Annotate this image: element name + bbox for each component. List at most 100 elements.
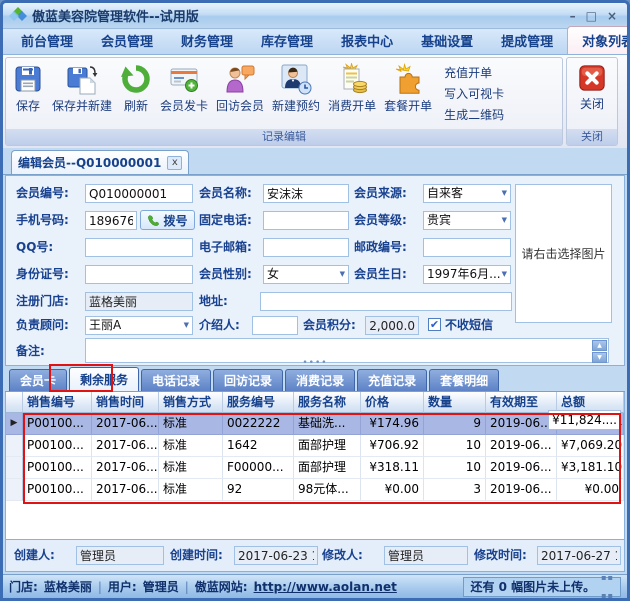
fixed-phone-field[interactable] xyxy=(263,211,349,230)
table-cell: 标准 xyxy=(159,435,223,457)
minimize-button[interactable]: – xyxy=(570,8,576,24)
window-title: 傲蓝美容院管理软件--试用版 xyxy=(32,6,570,25)
menu-item-4[interactable]: 库存管理 xyxy=(247,27,327,54)
table-cell: P00100... xyxy=(23,413,92,435)
email-field[interactable] xyxy=(263,238,349,257)
person-chat-button[interactable]: 回访会员 xyxy=(212,60,268,114)
record-tab-3[interactable]: 电话记录 xyxy=(141,369,211,391)
qq-field[interactable] xyxy=(85,238,193,257)
menu-item-1[interactable]: 前台管理 xyxy=(7,27,87,54)
member-no-field[interactable] xyxy=(85,184,193,203)
record-tab-6[interactable]: 充值记录 xyxy=(357,369,427,391)
appointment-icon xyxy=(280,63,312,95)
close-tab-button[interactable]: 关闭 xyxy=(573,60,611,112)
column-header-1[interactable]: 销售编号 xyxy=(23,392,92,413)
menu-item-2[interactable]: 会员管理 xyxy=(87,27,167,54)
resize-grip-icon[interactable]: ▪▪▪▪ xyxy=(601,569,614,601)
record-tab-strip: 会员卡剩余服务电话记录回访记录消费记录充值记录套餐明细 xyxy=(5,367,625,392)
member-name-field[interactable] xyxy=(263,184,349,203)
record-tab-4[interactable]: 回访记录 xyxy=(213,369,283,391)
member-photo-placeholder[interactable]: 请右击选择图片 xyxy=(515,184,612,323)
upload-status-badge: 还有 0 幅图片未上传。 ▪▪▪▪ xyxy=(463,577,621,597)
table-cell: 0022222 xyxy=(223,413,294,435)
column-header-5[interactable]: 服务名称 xyxy=(294,392,361,413)
table-cell: 98元体... xyxy=(294,479,361,501)
member-level-select[interactable]: 贵宾 ▼ xyxy=(423,211,511,230)
ribbon-small-button-2[interactable]: 写入可视卡 xyxy=(442,83,506,104)
row-indicator-icon xyxy=(6,435,23,457)
document-tab-close-icon[interactable]: x xyxy=(167,156,182,170)
qq-label: QQ号: xyxy=(16,238,53,257)
reg-store-label: 注册门店: xyxy=(16,292,69,311)
column-header-7[interactable]: 数量 xyxy=(424,392,486,413)
column-header-2[interactable]: 销售时间 xyxy=(92,392,159,413)
consultant-select[interactable]: 王丽A ▼ xyxy=(85,316,193,335)
menu-item-7[interactable]: 提成管理 xyxy=(487,27,567,54)
puzzle-button[interactable]: 套餐开单 xyxy=(380,60,436,114)
record-tab-2[interactable]: 剩余服务 xyxy=(69,367,139,391)
status-store-label: 门店: xyxy=(9,578,38,595)
app-logo-icon xyxy=(9,7,27,25)
column-header-8[interactable]: 有效期至 xyxy=(486,392,557,413)
appointment-button[interactable]: 新建预约 xyxy=(268,60,324,114)
table-cell: P00100... xyxy=(23,457,92,479)
points-label: 会员积分: xyxy=(303,316,356,335)
table-cell: 面部护理 xyxy=(294,435,361,457)
document-tab-edit-member[interactable]: 编辑会员--Q010000001 x xyxy=(11,150,189,174)
chevron-down-icon: ▼ xyxy=(340,266,345,283)
ribbon-small-button-1[interactable]: 充值开单 xyxy=(442,62,506,83)
ribbon-button-label: 会员发卡 xyxy=(160,97,208,114)
menu-item-3[interactable]: 财务管理 xyxy=(167,27,247,54)
member-card-icon xyxy=(168,63,200,95)
column-header-4[interactable]: 服务编号 xyxy=(223,392,294,413)
table-cell: 9 xyxy=(424,413,486,435)
chevron-down-icon: ▼ xyxy=(502,212,507,229)
table-cell: 2019-06... xyxy=(486,457,557,479)
no-sms-checkbox[interactable]: ✔ xyxy=(428,318,441,331)
column-header-6[interactable]: 价格 xyxy=(361,392,424,413)
table-row[interactable]: ▶P00100...2017-06...标准0022222基础洗...¥174.… xyxy=(6,413,624,435)
member-form: 会员编号: 会员名称: 会员来源: 自来客 ▼ 手机号码: 拨号 固定电话: 会… xyxy=(5,175,625,366)
gender-select[interactable]: 女 ▼ xyxy=(263,265,349,284)
save-new-button[interactable]: 保存并新建 xyxy=(48,60,116,114)
address-field[interactable] xyxy=(260,292,512,311)
close-window-button[interactable]: × xyxy=(607,8,617,24)
record-tab-5[interactable]: 消费记录 xyxy=(285,369,355,391)
menu-item-6[interactable]: 基础设置 xyxy=(407,27,487,54)
birthday-select[interactable]: 1997年6月... ▼ xyxy=(423,265,511,284)
chevron-down-icon: ▼ xyxy=(502,185,507,202)
row-indicator-icon: ▶ xyxy=(6,413,23,435)
introducer-field[interactable] xyxy=(252,316,298,335)
record-tab-1[interactable]: 会员卡 xyxy=(9,369,67,391)
member-card-button[interactable]: 会员发卡 xyxy=(156,60,212,114)
member-source-select[interactable]: 自来客 ▼ xyxy=(423,184,511,203)
column-header-3[interactable]: 销售方式 xyxy=(159,392,223,413)
table-row[interactable]: P00100...2017-06...标准F00000...面部护理¥318.1… xyxy=(6,457,624,479)
ribbon-small-button-3[interactable]: 生成二维码 xyxy=(442,104,506,125)
menu-item-8[interactable]: 对象列表管理 xyxy=(567,26,630,54)
ribbon-group-record-edit: 保存保存并新建刷新会员发卡回访会员新建预约消费开单套餐开单充值开单写入可视卡生成… xyxy=(5,57,563,146)
refresh-button[interactable]: 刷新 xyxy=(116,60,156,114)
mobile-label: 手机号码: xyxy=(16,211,69,230)
id-card-field[interactable] xyxy=(85,265,193,284)
dial-button[interactable]: 拨号 xyxy=(140,210,195,230)
refresh-icon xyxy=(120,63,152,95)
maximize-button[interactable]: □ xyxy=(586,8,597,24)
record-tab-7[interactable]: 套餐明细 xyxy=(429,369,499,391)
status-store-value: 蓝格美丽 xyxy=(44,578,92,595)
website-link[interactable]: http://www.aolan.net xyxy=(254,580,397,594)
menu-item-5[interactable]: 报表中心 xyxy=(327,27,407,54)
table-row[interactable]: P00100...2017-06...标准9298元体...¥0.0032019… xyxy=(6,479,624,501)
mobile-field[interactable] xyxy=(85,211,137,230)
menu-bar: 前台管理会员管理财务管理库存管理报表中心基础设置提成管理对象列表管理 xyxy=(3,29,627,55)
status-user-value: 管理员 xyxy=(143,578,179,595)
table-cell: ¥0.00 xyxy=(557,479,624,501)
table-row[interactable]: P00100...2017-06...标准1642面部护理¥706.921020… xyxy=(6,435,624,457)
create-time-field xyxy=(234,546,318,565)
postal-field[interactable] xyxy=(423,238,511,257)
modify-time-label: 修改时间: xyxy=(474,546,527,565)
chevron-down-icon: ▼ xyxy=(184,317,189,334)
save-button[interactable]: 保存 xyxy=(8,60,48,114)
spinner-up-icon[interactable]: ▲ xyxy=(592,340,607,351)
invoice-button[interactable]: 消费开单 xyxy=(324,60,380,114)
